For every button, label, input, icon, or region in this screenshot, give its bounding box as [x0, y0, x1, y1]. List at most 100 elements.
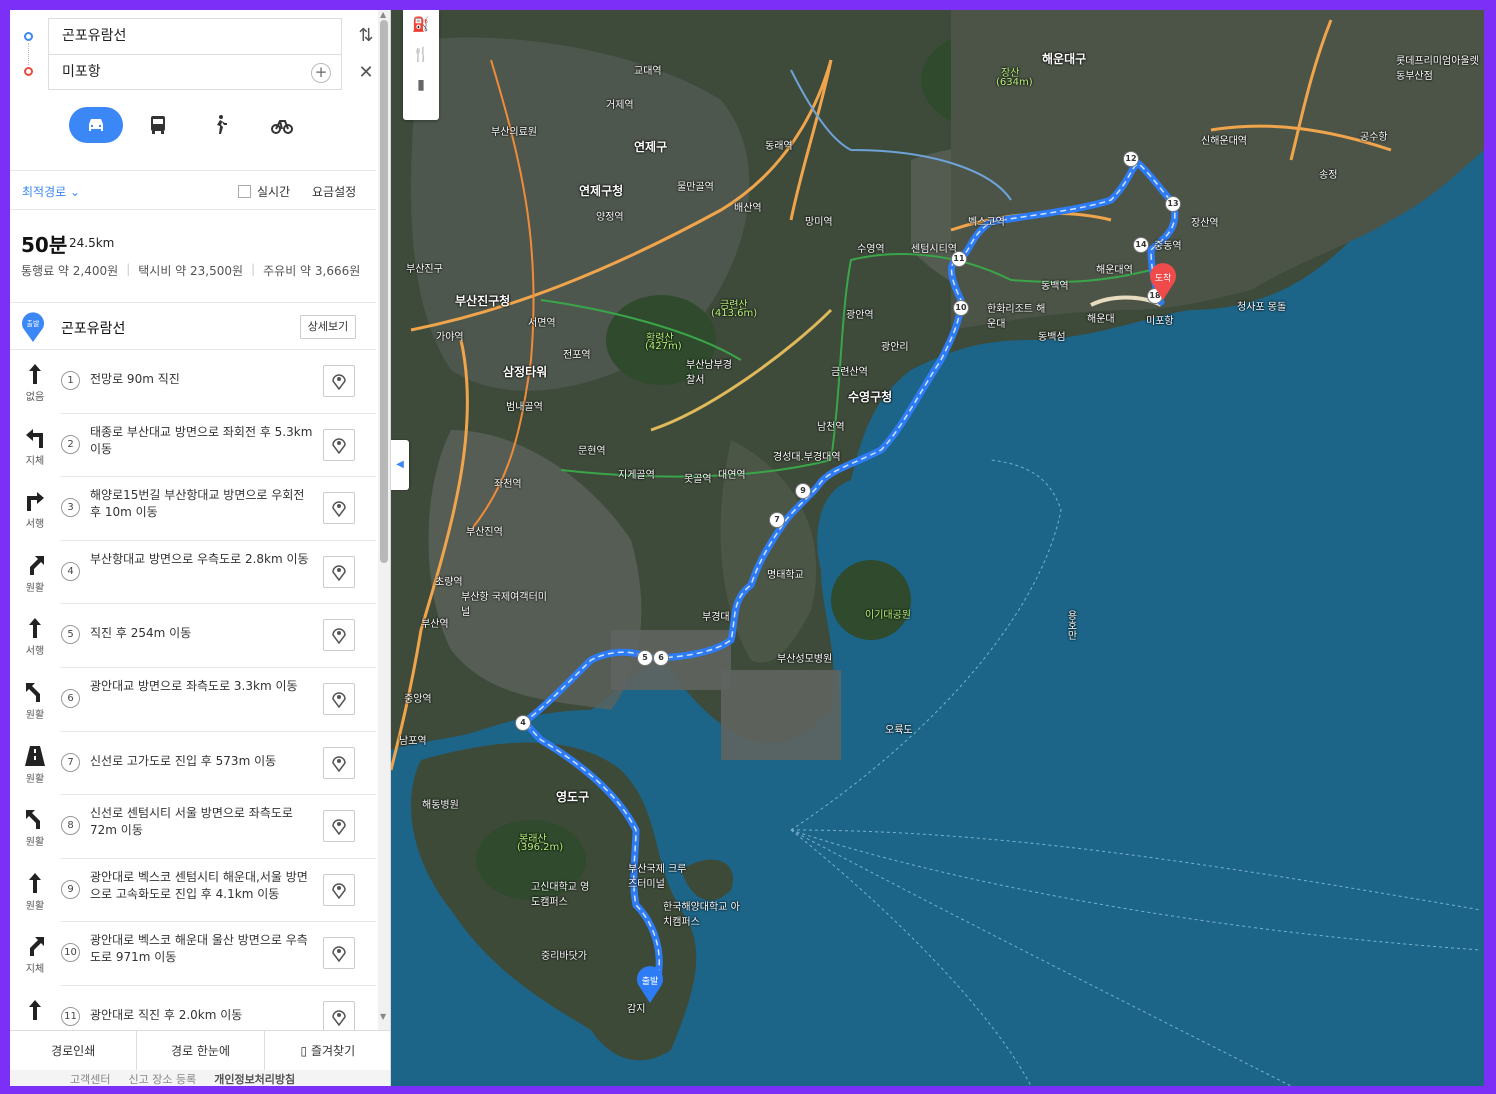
- step-view-button[interactable]: [323, 555, 355, 588]
- panel-scrollbar[interactable]: ▲ ▼: [378, 10, 390, 1030]
- step-number: 5: [61, 625, 80, 645]
- map-label: 대연역: [718, 470, 746, 481]
- destination-field[interactable]: 미포항 +: [48, 54, 342, 90]
- map-label: 좌천역: [494, 479, 522, 490]
- map-label: (427m): [645, 341, 682, 352]
- route-step[interactable]: 원활 4 부산항대교 방면으로 우측도로 2.8km 이동: [10, 541, 376, 605]
- fee-settings-button[interactable]: 요금설정: [312, 183, 356, 200]
- waypoint-marker[interactable]: 11: [951, 251, 967, 267]
- map-label: 청사포 몽돌: [1237, 302, 1287, 313]
- route-type-dropdown[interactable]: 최적경로 ⌄: [22, 183, 80, 200]
- step-view-button[interactable]: [323, 810, 355, 843]
- close-icon[interactable]: ✕: [356, 63, 376, 83]
- step-view-button[interactable]: [323, 746, 355, 779]
- route-step[interactable]: 원활 8 신선로 센텀시티 서울 방면으로 좌측도로 72m 이동: [10, 795, 376, 859]
- map-label: 부산남부경찰서: [686, 360, 732, 386]
- step-number: 11: [61, 1006, 80, 1026]
- taxi-cost: 택시비 약 23,500원: [138, 264, 244, 278]
- detail-view-button[interactable]: 상세보기: [300, 315, 356, 339]
- step-view-button[interactable]: [323, 492, 355, 525]
- location-pin-icon: [332, 1010, 346, 1026]
- step-view-button[interactable]: [323, 1000, 355, 1030]
- location-pin-icon: [332, 437, 346, 454]
- map-label: 고신대학교 영도캠퍼스: [531, 882, 590, 908]
- waypoint-marker[interactable]: 13: [1165, 196, 1181, 212]
- waypoint-marker[interactable]: 10: [953, 300, 969, 316]
- map-label: (396.2m): [517, 842, 564, 853]
- step-view-button[interactable]: [323, 682, 355, 715]
- mode-walk-button[interactable]: [193, 107, 247, 143]
- waypoint-marker[interactable]: 7: [769, 512, 785, 528]
- print-route-button[interactable]: 경로인쇄: [10, 1031, 138, 1070]
- step-view-button[interactable]: [323, 619, 355, 652]
- route-step[interactable]: 서행 3 해양로15번길 부산항대교 방면으로 우회전 후 10m 이동: [10, 477, 376, 541]
- step-number: 3: [61, 498, 80, 518]
- mode-bicycle-button[interactable]: [255, 107, 309, 143]
- route-step[interactable]: 서행 5 직진 후 254m 이동: [10, 604, 376, 668]
- route-step[interactable]: 원활 9 광안대로 벡스코 센텀시티 해운대,서울 방면으로 고속화도로 진입 후 …: [10, 859, 376, 923]
- route-step[interactable]: 없음 1 전망로 90m 직진: [10, 350, 376, 414]
- origin-input[interactable]: 곤포유람선: [48, 18, 342, 54]
- waypoint-marker[interactable]: 5: [637, 650, 653, 666]
- waypoint-marker[interactable]: 6: [653, 650, 669, 666]
- location-pin-icon: [332, 628, 346, 645]
- directions-panel: 곤포유람선 미포항 + ⇅ ✕ 최적경로 ⌄ 실시간 요금설정 50분 24.5…: [10, 10, 391, 1086]
- scroll-down-icon[interactable]: ▼: [380, 1012, 386, 1021]
- restaurant-icon[interactable]: 🍴: [403, 40, 439, 70]
- origin-pin-icon[interactable]: 출발: [635, 966, 665, 1004]
- route-step[interactable]: 지체 10 광안대로 벡스코 해운대 울산 방면으로 우측도로 971m 이동: [10, 922, 376, 986]
- route-step[interactable]: 지체 2 태종로 부산대교 방면으로 좌회전 후 5.3km 이동: [10, 414, 376, 478]
- traffic-status: 서행: [25, 646, 45, 658]
- waypoint-marker[interactable]: 14: [1133, 237, 1149, 253]
- traffic-status: 원활: [25, 582, 45, 594]
- map-label: 전포역: [563, 350, 591, 361]
- map-label: 동래역: [765, 141, 793, 152]
- destination-input[interactable]: 미포항: [62, 64, 101, 80]
- location-pin-icon: [332, 883, 346, 899]
- scroll-up-icon[interactable]: ▲: [380, 10, 386, 19]
- mode-car-button[interactable]: [69, 107, 123, 143]
- report-place-link[interactable]: 신고 장소 등록: [128, 1070, 196, 1086]
- map-label: 수영역: [857, 244, 885, 255]
- route-step[interactable]: 원활 6 광안대교 방면으로 좌측도로 3.3km 이동: [10, 668, 376, 732]
- favorite-button[interactable]: ▯ 즐겨찾기: [265, 1031, 390, 1070]
- realtime-checkbox[interactable]: 실시간: [238, 183, 290, 200]
- step-view-button[interactable]: [323, 365, 355, 397]
- route-overview-button[interactable]: 경로 한눈에: [137, 1031, 265, 1070]
- map-label: 부산역: [421, 619, 449, 630]
- map-label: 해운대: [1087, 314, 1115, 325]
- bottom-actions: 경로인쇄 경로 한눈에 ▯ 즐겨찾기: [10, 1030, 390, 1070]
- traffic-light-icon[interactable]: ▮: [403, 70, 439, 100]
- waypoint-marker[interactable]: 9: [795, 483, 811, 499]
- map-label: 중동역: [1154, 241, 1182, 252]
- step-number: 1: [61, 371, 80, 390]
- traffic-status: 없음: [25, 392, 45, 403]
- map-label: 문현역: [578, 446, 606, 457]
- destination-pin-icon[interactable]: 도착: [1148, 263, 1178, 301]
- map-view[interactable]: 부산의료원 연제구청 연제구 부산진구청 부산진구 서면역 전포역 삼정타워 범…: [391, 10, 1484, 1086]
- customer-center-link[interactable]: 고객센터: [70, 1070, 110, 1086]
- scroll-thumb[interactable]: [380, 20, 388, 563]
- map-label: 미포항: [1146, 316, 1174, 327]
- collapse-panel-button[interactable]: ◀: [391, 440, 409, 490]
- waypoint-marker[interactable]: 12: [1123, 151, 1139, 167]
- mode-transit-button[interactable]: [131, 107, 185, 143]
- swap-icon[interactable]: ⇅: [356, 26, 376, 46]
- fuel-cost: 주유비 약 3,666원: [263, 264, 361, 278]
- fuel-station-icon[interactable]: ⛽: [403, 10, 439, 40]
- map-label: 동백섬: [1038, 332, 1066, 343]
- privacy-link[interactable]: 개인정보처리방침: [214, 1070, 295, 1086]
- map-label: 공수항: [1360, 132, 1388, 143]
- add-waypoint-button[interactable]: +: [311, 63, 331, 83]
- map-label: 서면역: [528, 318, 556, 329]
- start-pin-icon: 출발: [22, 312, 44, 342]
- step-view-button[interactable]: [323, 428, 355, 461]
- map-label: 해운대역: [1096, 265, 1133, 276]
- step-view-button[interactable]: [323, 873, 355, 906]
- step-number: 7: [61, 752, 80, 772]
- route-step[interactable]: 원활 7 신선로 고가도로 진입 후 573m 이동: [10, 732, 376, 796]
- step-view-button[interactable]: [323, 937, 355, 970]
- route-step[interactable]: 11 광안대로 직진 후 2.0km 이동: [10, 986, 376, 1030]
- waypoint-marker[interactable]: 4: [515, 715, 531, 731]
- favorite-label: 즐겨찾기: [310, 1044, 356, 1058]
